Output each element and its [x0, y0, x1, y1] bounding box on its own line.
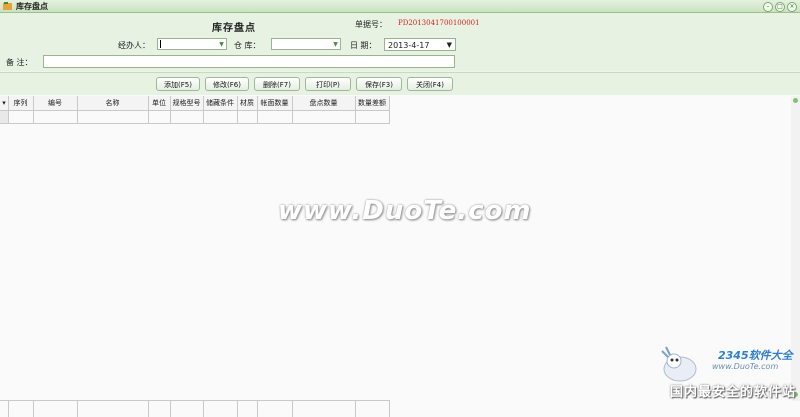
scroll-up-icon[interactable] — [793, 98, 798, 103]
column-header[interactable]: 编号 — [33, 96, 77, 110]
column-header[interactable]: 材质 — [237, 96, 257, 110]
watermark-brand: 2345软件大全 — [718, 349, 793, 362]
add-button[interactable]: 添加(F5) — [156, 77, 200, 91]
chevron-down-icon[interactable]: ▼ — [218, 41, 225, 48]
column-header[interactable]: 单位 — [148, 96, 170, 110]
grid-line — [237, 400, 238, 417]
window-title: 库存盘点 — [16, 2, 48, 11]
watermark-slogan: 国内最安全的软件站 — [670, 385, 797, 400]
watermark-text: www.DuoTe.com — [278, 196, 532, 226]
column-header[interactable]: 帐面数量 — [257, 96, 292, 110]
handler-label: 经办人： — [118, 41, 150, 50]
handler-combo[interactable]: ▼ — [157, 38, 227, 50]
row-marker-icon: ▾ — [2, 99, 6, 107]
close-button[interactable]: 关闭(F4) — [407, 77, 453, 91]
column-header[interactable]: 数量差额 — [355, 96, 389, 110]
grid-line — [8, 400, 9, 417]
close-icon[interactable]: × — [787, 2, 797, 12]
grid-line — [389, 96, 390, 124]
print-button[interactable]: 打印(P) — [305, 77, 351, 91]
date-picker[interactable]: 2013-4-17 ▼ — [384, 38, 456, 51]
grid-line — [257, 400, 258, 417]
chevron-down-icon[interactable]: ▼ — [447, 41, 452, 49]
column-header[interactable]: 名称 — [77, 96, 148, 110]
edit-button[interactable]: 修改(F6) — [205, 77, 249, 91]
grid-line — [292, 400, 293, 417]
warehouse-label: 仓 库： — [234, 41, 261, 50]
column-header[interactable]: 盘点数量 — [292, 96, 355, 110]
row-selector[interactable] — [0, 110, 8, 124]
text-caret — [160, 40, 161, 48]
date-label: 日 期： — [350, 41, 377, 50]
column-header[interactable]: 规格型号 — [170, 96, 203, 110]
remark-label: 备 注： — [6, 58, 33, 67]
maximize-icon[interactable]: □ — [775, 2, 785, 12]
mascot-logo — [661, 346, 697, 382]
bill-no-label: 单据号： — [355, 20, 387, 29]
save-button[interactable]: 保存(F3) — [356, 77, 402, 91]
bill-no-value: PD2013041700100001 — [398, 19, 480, 27]
grid-line — [0, 110, 390, 111]
column-header[interactable]: 储藏条件 — [203, 96, 237, 110]
watermark-url: www.DuoTe.com — [712, 362, 779, 371]
column-header[interactable]: 序列 — [8, 96, 33, 110]
grid-line — [33, 400, 34, 417]
grid-line — [203, 400, 204, 417]
grid-line — [389, 400, 390, 417]
grid-line — [148, 400, 149, 417]
remark-input[interactable] — [43, 55, 455, 68]
grid-line — [0, 123, 390, 124]
grid-line — [170, 400, 171, 417]
window-titlebar: 库存盘点 – □ × — [0, 0, 800, 13]
grid-line — [0, 400, 390, 401]
minimize-icon[interactable]: – — [763, 2, 773, 12]
date-value: 2013-4-17 — [388, 41, 430, 50]
delete-button[interactable]: 删除(F7) — [254, 77, 300, 91]
action-toolbar: 添加(F5) 修改(F6) 删除(F7) 打印(P) 保存(F3) 关闭(F4) — [0, 72, 800, 96]
app-icon — [3, 2, 12, 10]
warehouse-combo[interactable]: ▼ — [271, 38, 341, 50]
form-title: 库存盘点 — [212, 23, 256, 34]
grid-line — [77, 400, 78, 417]
grid-line — [355, 400, 356, 417]
chevron-down-icon[interactable]: ▼ — [332, 41, 339, 48]
